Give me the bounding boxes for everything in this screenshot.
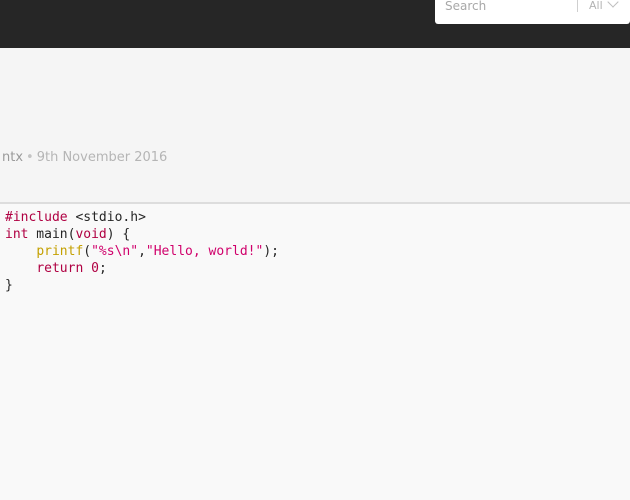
- code-token: "Hello, world!": [145, 244, 264, 259]
- code-token: 0: [91, 261, 99, 276]
- top-bar: Search All: [0, 0, 630, 48]
- post-date: 9th November 2016: [36, 150, 168, 165]
- code-token: main(: [28, 227, 76, 242]
- code-token: "%s\n": [91, 244, 139, 259]
- post-author[interactable]: ntx: [2, 150, 23, 165]
- code-token: );: [263, 244, 279, 259]
- post-meta: ntx • 9th November 2016: [2, 150, 167, 165]
- code-token: return: [36, 261, 84, 276]
- chevron-down-icon[interactable]: [607, 0, 619, 8]
- code-block: #include <stdio.h> int main(void) { prin…: [0, 204, 630, 500]
- search-box[interactable]: Search All: [435, 0, 630, 24]
- code-token: <stdio.h>: [67, 210, 146, 225]
- code-token: (: [83, 244, 92, 259]
- meta-separator: •: [26, 150, 34, 165]
- search-scope-select[interactable]: All: [589, 0, 603, 12]
- search-divider: [577, 0, 578, 12]
- code-token: }: [5, 278, 13, 293]
- code-token: printf: [36, 244, 84, 259]
- code-token: #include: [5, 210, 68, 225]
- code-token: ) {: [106, 227, 131, 242]
- code-token: int: [5, 227, 29, 242]
- post-header: ntx • 9th November 2016: [0, 48, 630, 202]
- search-input[interactable]: Search: [445, 0, 486, 13]
- code-listing: #include <stdio.h> int main(void) { prin…: [5, 209, 279, 294]
- code-token: ,: [138, 244, 146, 259]
- code-token: ;: [98, 261, 107, 276]
- code-token: void: [75, 227, 107, 242]
